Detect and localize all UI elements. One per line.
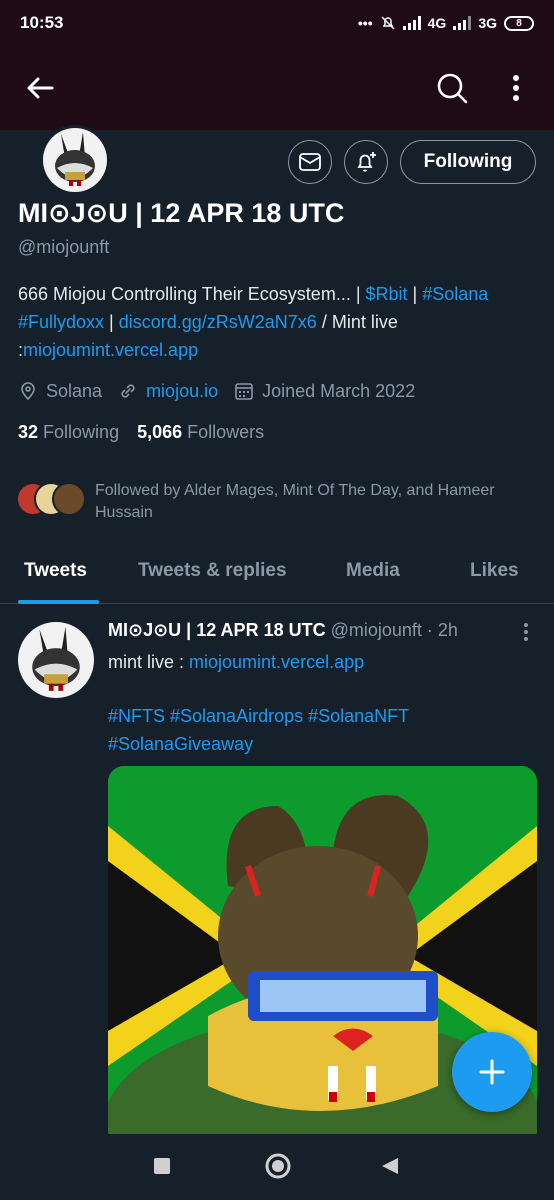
app-bar <box>0 46 554 130</box>
mail-icon <box>299 153 321 171</box>
tweet-header: MI⊙J⊙U | 12 APR 18 UTC @miojounft · 2h <box>108 620 458 641</box>
search-icon[interactable] <box>436 72 468 104</box>
profile-joined: Joined March 2022 <box>262 380 416 401</box>
tweet-more-icon[interactable] <box>518 621 534 643</box>
location-pin-icon <box>21 382 35 401</box>
bio-hashtag-solana[interactable]: #Solana <box>422 284 488 304</box>
tab-tweets[interactable]: Tweets <box>24 560 87 582</box>
plus-icon <box>479 1059 505 1085</box>
profile-bio: 666 Miojou Controlling Their Ecosystem..… <box>18 280 538 364</box>
bell-plus-icon <box>357 152 376 172</box>
message-button[interactable] <box>288 140 332 184</box>
link-icon <box>121 384 135 398</box>
active-tab-indicator <box>18 600 99 604</box>
tab-likes[interactable]: Likes <box>470 560 519 582</box>
recents-square-icon[interactable] <box>152 1156 172 1176</box>
tweet-avatar[interactable] <box>18 622 94 698</box>
notifications-button[interactable] <box>344 140 388 184</box>
signal-icon <box>402 16 421 30</box>
back-triangle-icon[interactable] <box>380 1156 400 1176</box>
follower-avatar-3 <box>52 482 86 516</box>
bio-text: 666 Miojou Controlling Their Ecosystem..… <box>18 284 366 304</box>
profile-tabs: Tweets Tweets & replies Media Likes <box>0 550 554 604</box>
tweet-text-prefix: mint live : <box>108 652 190 672</box>
tab-tweets-replies[interactable]: Tweets & replies <box>138 560 287 582</box>
followers-count: 5,066 <box>137 422 183 442</box>
followers-label: Followers <box>187 422 265 442</box>
following-count-link[interactable]: 32 Following <box>18 422 119 442</box>
mute-bell-icon <box>381 16 395 30</box>
arrow-left-icon[interactable] <box>24 72 56 104</box>
tweet-link[interactable]: miojoumint.vercel.app <box>189 652 364 672</box>
bio-hashtag-fullydoxx[interactable]: #Fullydoxx <box>18 312 104 332</box>
profile-location: Solana <box>46 380 103 401</box>
rabbit-avatar-image <box>18 622 94 698</box>
network-type-2: 3G <box>478 15 497 31</box>
status-bar: 10:53 ••• 4G 3G 8 <box>0 0 554 46</box>
followed-by-avatars[interactable] <box>16 482 88 518</box>
network-type-1: 4G <box>427 15 447 31</box>
tweet-hashtags[interactable]: #NFTS #SolanaAirdrops #SolanaNFT #Solana… <box>108 702 538 758</box>
system-navigation-bar <box>0 1134 554 1200</box>
compose-tweet-button[interactable] <box>452 1032 532 1112</box>
more-vertical-icon[interactable] <box>502 72 530 104</box>
rabbit-avatar-image <box>43 128 107 192</box>
bio-separator: | <box>407 284 423 304</box>
bio-cashtag-rbit[interactable]: $Rbit <box>366 284 408 304</box>
bio-discord-link[interactable]: discord.gg/zRsW2aN7x6 <box>119 312 317 332</box>
tweet-handle-time: @miojounft · 2h <box>330 620 458 640</box>
profile-handle: @miojounft <box>18 237 110 257</box>
tweet-text: mint live : miojoumint.vercel.app <box>108 648 538 676</box>
calendar-icon <box>235 383 253 400</box>
followed-by-text[interactable]: Followed by Alder Mages, Mint Of The Day… <box>95 480 525 524</box>
signal-icon-2 <box>453 16 472 30</box>
profile-meta: Solana miojou.io Joined March 2022 <box>18 378 415 404</box>
profile-display-name: MI⊙J⊙U | 12 APR 18 UTC <box>18 198 345 228</box>
followers-count-link[interactable]: 5,066 Followers <box>137 422 264 442</box>
profile-website[interactable]: miojou.io <box>146 381 218 402</box>
tab-media[interactable]: Media <box>346 560 400 582</box>
bio-mint-link[interactable]: miojoumint.vercel.app <box>23 340 198 360</box>
bio-separator-2: | <box>104 312 119 332</box>
following-count: 32 <box>18 422 39 442</box>
home-circle-icon[interactable] <box>264 1152 292 1180</box>
status-indicators: ••• 4G 3G 8 <box>358 15 534 31</box>
following-button[interactable]: Following <box>400 140 536 184</box>
notification-dots: ••• <box>357 15 373 31</box>
battery-indicator: 8 <box>504 15 534 31</box>
tweet-author-name[interactable]: MI⊙J⊙U | 12 APR 18 UTC <box>108 620 326 640</box>
following-label: Following <box>43 422 120 442</box>
profile-avatar[interactable] <box>40 125 110 195</box>
status-time: 10:53 <box>20 13 64 32</box>
follow-counts: 32 Following 5,066 Followers <box>18 422 264 443</box>
